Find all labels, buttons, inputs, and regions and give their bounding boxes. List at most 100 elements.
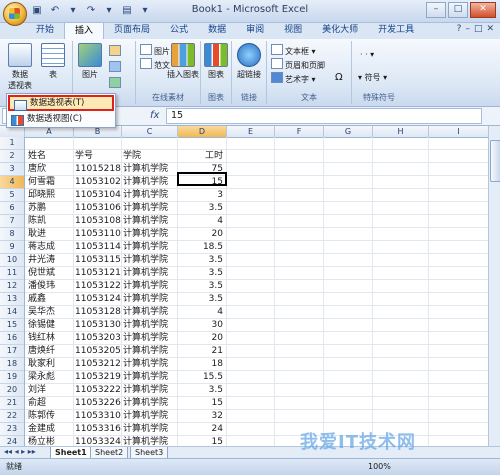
fx-icon[interactable]: fx xyxy=(150,110,159,121)
row-header[interactable]: 5 xyxy=(0,189,24,202)
cell-a[interactable]: 唐欣 xyxy=(28,163,73,175)
cell-d[interactable] xyxy=(179,137,223,149)
cell-c[interactable]: 计算机学院 xyxy=(123,189,177,201)
cell-a[interactable]: 戚鑫 xyxy=(28,293,73,305)
row-header[interactable]: 16 xyxy=(0,332,24,345)
row-header[interactable]: 7 xyxy=(0,215,24,228)
cell-d[interactable]: 3.5 xyxy=(179,293,223,305)
cell-c[interactable]: 计算机学院 xyxy=(123,215,177,227)
cell-d[interactable]: 4 xyxy=(179,215,223,227)
cell-a[interactable]: 邱晓熙 xyxy=(28,189,73,201)
cell-c[interactable]: 计算机学院 xyxy=(123,176,177,188)
cell-c[interactable]: 计算机学院 xyxy=(123,436,177,446)
wordart-button[interactable]: 艺术字 ▾ xyxy=(271,72,316,84)
cell-b[interactable]: 11053104 xyxy=(75,189,121,201)
cell-c[interactable]: 计算机学院 xyxy=(123,358,177,370)
row-header[interactable]: 20 xyxy=(0,384,24,397)
maximize-button[interactable]: □ xyxy=(448,2,468,18)
office-button[interactable] xyxy=(3,2,27,26)
cell-a[interactable]: 姓名 xyxy=(28,150,73,162)
cell-a[interactable]: 耿进 xyxy=(28,228,73,240)
tab-view[interactable]: 视图 xyxy=(274,22,312,39)
ribbon-restore-icon[interactable]: □ xyxy=(474,24,483,34)
cell-b[interactable]: 11053205 xyxy=(75,345,121,357)
cell-b[interactable]: 11053110 xyxy=(75,228,121,240)
column-header-i[interactable]: I xyxy=(429,126,488,137)
cell-c[interactable]: 计算机学院 xyxy=(123,293,177,305)
row-header[interactable]: 12 xyxy=(0,280,24,293)
row-header[interactable]: 4 xyxy=(0,176,24,189)
header-footer-button[interactable]: 页眉和页脚 xyxy=(271,58,325,70)
row-header[interactable]: 1 xyxy=(0,137,24,150)
row-header[interactable]: 24 xyxy=(0,436,24,446)
cell-a[interactable]: 潘俊玮 xyxy=(28,280,73,292)
vertical-scrollbar[interactable] xyxy=(488,126,500,446)
column-header-f[interactable]: F xyxy=(275,126,324,137)
row-header[interactable]: 17 xyxy=(0,345,24,358)
cell-b[interactable]: 11053212 xyxy=(75,358,121,370)
tab-formulas[interactable]: 公式 xyxy=(160,22,198,39)
cell-b[interactable]: 11053324 xyxy=(75,436,121,446)
cell-a[interactable]: 苏鹏 xyxy=(28,202,73,214)
cell-c[interactable]: 计算机学院 xyxy=(123,371,177,383)
active-cell[interactable] xyxy=(177,172,227,186)
row-header[interactable]: 6 xyxy=(0,202,24,215)
cell-d[interactable]: 15.5 xyxy=(179,371,223,383)
cell-d[interactable]: 20 xyxy=(179,332,223,344)
sheet-nav-icon[interactable]: ◂◂ ◂ ▸ ▸▸ xyxy=(4,447,36,456)
row-header[interactable]: 22 xyxy=(0,410,24,423)
cell-a[interactable]: 金建成 xyxy=(28,423,73,435)
cell-a[interactable]: 倪世斌 xyxy=(28,267,73,279)
tab-home[interactable]: 开始 xyxy=(26,22,64,39)
cell-a[interactable]: 何雪霜 xyxy=(28,176,73,188)
cell-c[interactable] xyxy=(123,137,177,149)
row-header[interactable]: 21 xyxy=(0,397,24,410)
help-icon[interactable]: ? xyxy=(457,24,462,34)
cell-c[interactable]: 计算机学院 xyxy=(123,410,177,422)
spreadsheet-grid[interactable]: A B C D E F G H I 1 2 3 4 5 6 7 8 9 10 11 12 13 14 15 1… xyxy=(0,126,488,446)
row-header[interactable]: 9 xyxy=(0,241,24,254)
cell-d[interactable]: 24 xyxy=(179,423,223,435)
chart-button[interactable]: 图表 xyxy=(201,43,231,80)
row-header[interactable]: 15 xyxy=(0,319,24,332)
cell-b[interactable]: 11053203 xyxy=(75,332,121,344)
cell-c[interactable]: 计算机学院 xyxy=(123,163,177,175)
column-header-h[interactable]: H xyxy=(373,126,429,137)
tab-page-layout[interactable]: 页面布局 xyxy=(104,22,160,39)
cell-a[interactable]: 陈凯 xyxy=(28,215,73,227)
cell-d[interactable]: 工时 xyxy=(179,150,223,162)
cell-a[interactable]: 刘洋 xyxy=(28,384,73,396)
cell-b[interactable]: 11053130 xyxy=(75,319,121,331)
ribbon-minimize-icon[interactable]: – xyxy=(465,24,470,34)
cell-a[interactable]: 徐锡健 xyxy=(28,319,73,331)
cell-d[interactable]: 20 xyxy=(179,228,223,240)
cell-b[interactable]: 11053128 xyxy=(75,306,121,318)
column-header-d[interactable]: D xyxy=(178,126,227,137)
cell-d[interactable]: 3.5 xyxy=(179,280,223,292)
cell-d[interactable]: 30 xyxy=(179,319,223,331)
cell-b[interactable]: 11053108 xyxy=(75,215,121,227)
cell-a[interactable]: 梁永彪 xyxy=(28,371,73,383)
cell-d[interactable]: 3.5 xyxy=(179,267,223,279)
tab-insert[interactable]: 插入 xyxy=(64,22,105,40)
cell-c[interactable]: 计算机学院 xyxy=(123,241,177,253)
cell-b[interactable]: 11053115 xyxy=(75,254,121,266)
cell-b[interactable]: 学号 xyxy=(75,150,121,162)
cell-c[interactable]: 计算机学院 xyxy=(123,280,177,292)
hyperlink-button[interactable]: 超链接 xyxy=(234,43,264,80)
tab-data[interactable]: 数据 xyxy=(198,22,236,39)
row-header[interactable]: 19 xyxy=(0,371,24,384)
cell-d[interactable]: 18 xyxy=(179,358,223,370)
cell-b[interactable]: 11053122 xyxy=(75,280,121,292)
cell-b[interactable]: 11053102 xyxy=(75,176,121,188)
cell-a[interactable]: 俞超 xyxy=(28,397,73,409)
cell-a[interactable]: 唐焕纤 xyxy=(28,345,73,357)
tab-review[interactable]: 审阅 xyxy=(236,22,274,39)
minimize-button[interactable]: – xyxy=(426,2,446,18)
omega-icon[interactable]: Ω xyxy=(335,72,343,84)
cell-a[interactable]: 杨立彬 xyxy=(28,436,73,446)
symbol-dots-icon[interactable]: · · ▾ xyxy=(360,49,374,61)
cell-c[interactable]: 计算机学院 xyxy=(123,254,177,266)
cell-b[interactable] xyxy=(75,137,121,149)
row-header[interactable]: 23 xyxy=(0,423,24,436)
